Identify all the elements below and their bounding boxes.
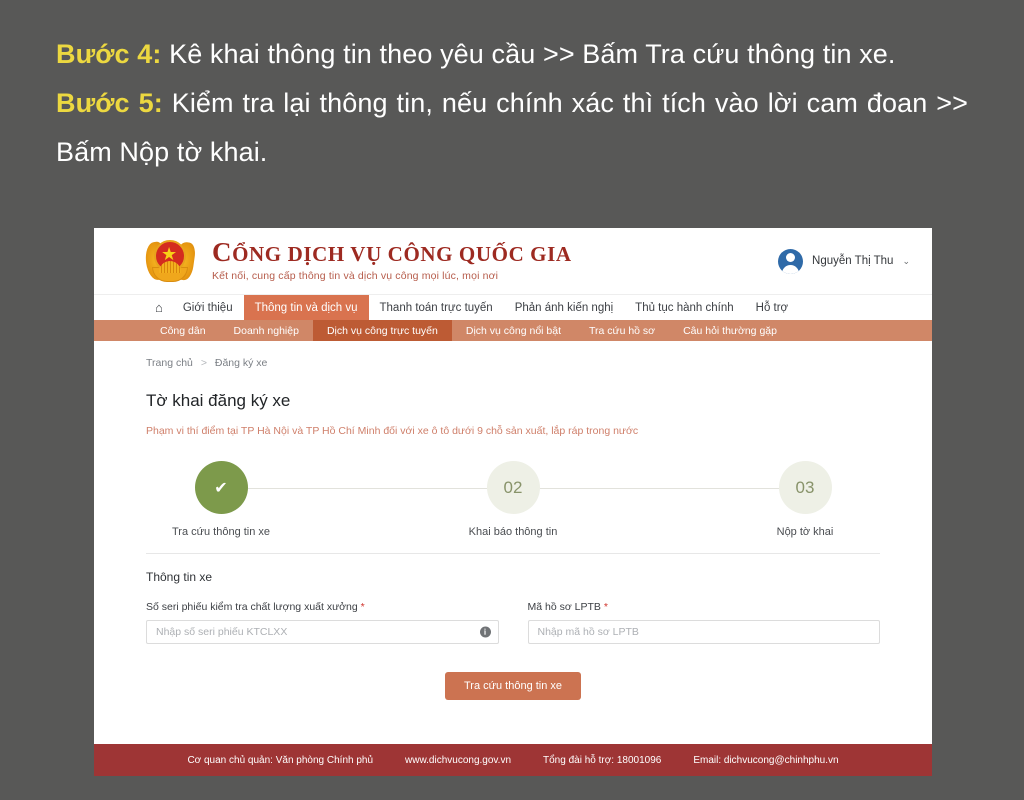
ma-ho-so-lptb-input[interactable] [527, 620, 880, 644]
nav-item-thanh-toan-truc-tuyen[interactable]: Thanh toán trực tuyến [369, 295, 504, 320]
nav-item-home[interactable]: ⌂ [146, 295, 172, 320]
input-wrap-ma-ho-so-lptb [527, 620, 880, 644]
brand-block[interactable]: Cổng dịch vụ công quốc gia Kết nối, cung… [212, 238, 778, 282]
secondary-navigation: Công dân Doanh nghiệp Dịch vụ công trực … [94, 320, 932, 341]
info-circle-icon[interactable]: i [479, 626, 491, 638]
subnav-item-tra-cuu-ho-so[interactable]: Tra cứu hồ sơ [575, 320, 669, 341]
site-footer: Cơ quan chủ quản: Văn phòng Chính phủ ww… [94, 744, 932, 776]
section-divider [146, 553, 880, 554]
stepper-step-1[interactable]: ✔ Tra cứu thông tin xe [146, 461, 296, 538]
footer-hotline: Tổng đài hỗ trợ: 18001096 [543, 754, 662, 766]
subnav-item-dich-vu-cong-truc-tuyen[interactable]: Dịch vụ công trực tuyến [312, 320, 452, 341]
user-name-label: Nguyễn Thị Thu [812, 255, 894, 267]
field-so-seri-phieu: Số seri phiếu kiểm tra chất lượng xuất x… [146, 601, 499, 644]
chevron-down-icon[interactable]: ⌄ [902, 256, 910, 267]
stepper-step-3-caption: Nộp tờ khai [776, 526, 834, 538]
field-label-so-seri-phieu: Số seri phiếu kiểm tra chất lượng xuất x… [146, 601, 499, 613]
stepper-step-1-badge: ✔ [194, 461, 248, 514]
site-header: Cổng dịch vụ công quốc gia Kết nối, cung… [94, 228, 932, 294]
footer-email[interactable]: Email: dichvucong@chinhphu.vn [693, 755, 838, 766]
breadcrumb-separator-icon: > [200, 357, 207, 369]
brand-title-dropcap: C [212, 236, 233, 267]
footer-agency: Cơ quan chủ quản: Văn phòng Chính phủ [187, 754, 374, 766]
field-label-text-so-seri-phieu: Số seri phiếu kiểm tra chất lượng xuất x… [146, 601, 358, 613]
submit-button-row: Tra cứu thông tin xe [146, 672, 880, 700]
step5-label: Bước 5: [56, 88, 163, 118]
stepper-step-1-caption: Tra cứu thông tin xe [171, 526, 271, 538]
stepper-step-3-badge: 03 [778, 461, 832, 514]
stepper-step-3[interactable]: 03 Nộp tờ khai [730, 461, 880, 538]
brand-subtitle: Kết nối, cung cấp thông tin và dịch vụ c… [212, 269, 499, 282]
user-menu[interactable]: Nguyễn Thị Thu ⌄ [778, 248, 910, 274]
instruction-line-step4: Bước 4: Kê khai thông tin theo yêu cầu >… [56, 30, 968, 79]
nav-item-gioi-thieu[interactable]: Giới thiệu [172, 295, 244, 320]
required-marker-so-seri-phieu: * [360, 601, 365, 613]
breadcrumb: Trang chủ > Đăng ký xe [146, 357, 880, 369]
progress-stepper: ✔ Tra cứu thông tin xe 02 Khai báo thông… [146, 461, 880, 539]
step4-text: Kê khai thông tin theo yêu cầu >> Bấm Tr… [161, 39, 896, 69]
so-seri-phieu-input[interactable] [146, 620, 499, 644]
page-title: Tờ khai đăng ký xe [146, 391, 291, 410]
step5-text: Kiểm tra lại thông tin, nếu chính xác th… [56, 88, 968, 167]
subnav-item-cau-hoi-thuong-gap[interactable]: Câu hỏi thường gặp [669, 320, 791, 341]
brand-title-rest: ổng dịch vụ công quốc gia [232, 241, 572, 266]
footer-website[interactable]: www.dichvucong.gov.vn [405, 755, 511, 766]
nav-item-phan-anh-kien-nghi[interactable]: Phản ánh kiến nghị [504, 295, 624, 320]
required-marker-ma-ho-so-lptb: * [603, 601, 608, 613]
slide-instruction-text: Bước 4: Kê khai thông tin theo yêu cầu >… [56, 30, 968, 177]
breadcrumb-home[interactable]: Trang chủ [146, 357, 193, 369]
stepper-step-2-caption: Khai báo thông tin [468, 526, 558, 538]
nav-item-thong-tin-va-dich-vu[interactable]: Thông tin và dịch vụ [243, 295, 369, 320]
form-row-vehicle-info: Số seri phiếu kiểm tra chất lượng xuất x… [146, 601, 880, 644]
breadcrumb-current: Đăng ký xe [214, 357, 268, 369]
nav-item-ho-tro[interactable]: Hỗ trợ [745, 295, 799, 320]
stepper-step-2-badge: 02 [486, 461, 540, 514]
user-avatar-icon [778, 248, 804, 274]
tra-cuu-thong-tin-xe-button[interactable]: Tra cứu thông tin xe [444, 672, 582, 700]
stepper-step-2[interactable]: 02 Khai báo thông tin [438, 461, 588, 538]
subnav-item-doanh-nghiep[interactable]: Doanh nghiệp [220, 320, 313, 341]
instruction-line-step5: Bước 5: Kiểm tra lại thông tin, nếu chín… [56, 79, 968, 177]
subnav-item-cong-dan[interactable]: Công dân [146, 320, 220, 341]
page-scope-note: Phạm vi thí điểm tại TP Hà Nội và TP Hồ … [146, 425, 639, 437]
step4-label: Bước 4: [56, 39, 162, 69]
form-section-title: Thông tin xe [146, 570, 213, 584]
primary-navigation: ⌂ Giới thiệu Thông tin và dịch vụ Thanh … [94, 294, 932, 320]
field-ma-ho-so-lptb: Mã hồ sơ LPTB * [527, 601, 881, 644]
subnav-item-dich-vu-cong-noi-bat[interactable]: Dịch vụ công nổi bật [452, 320, 575, 341]
nav-item-thu-tuc-hanh-chinh[interactable]: Thủ tục hành chính [624, 295, 744, 320]
field-label-ma-ho-so-lptb: Mã hồ sơ LPTB * [528, 601, 881, 613]
home-icon: ⌂ [155, 300, 163, 315]
field-label-text-ma-ho-so-lptb: Mã hồ sơ LPTB [527, 601, 601, 613]
vietnam-national-emblem-icon [143, 237, 197, 285]
input-wrap-so-seri-phieu: i [146, 620, 499, 644]
embedded-website-screenshot: Cổng dịch vụ công quốc gia Kết nối, cung… [94, 228, 932, 776]
main-content: Trang chủ > Đăng ký xe Tờ khai đăng ký x… [94, 341, 932, 700]
brand-title: Cổng dịch vụ công quốc gia [212, 238, 778, 266]
